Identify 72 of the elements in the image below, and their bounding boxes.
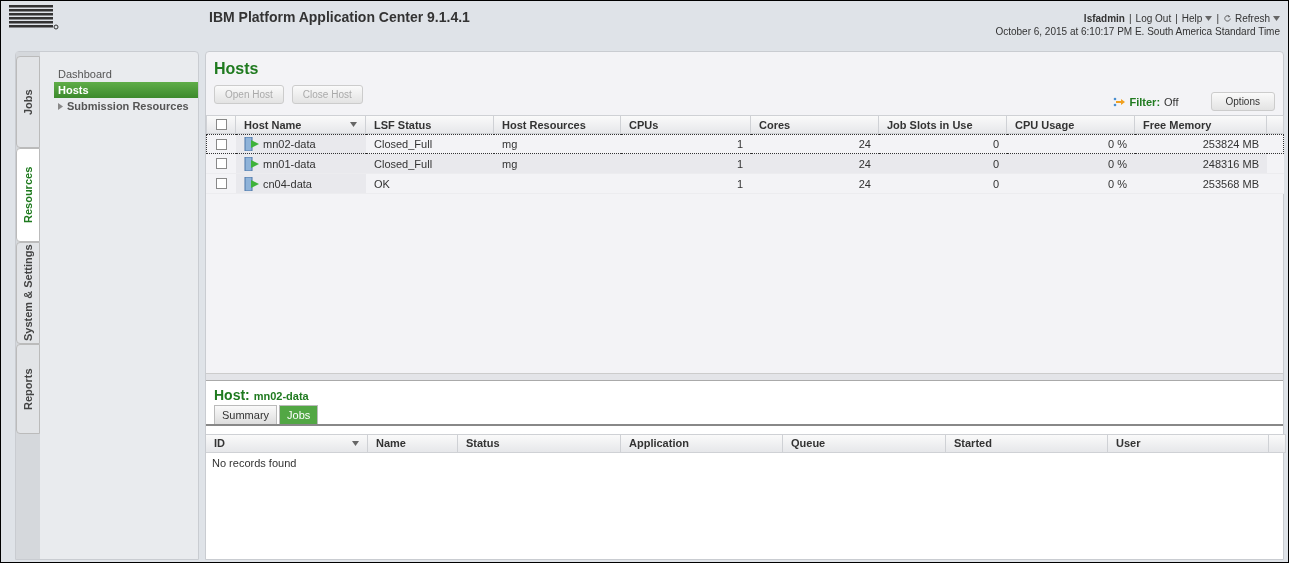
host-name[interactable]: mn01-data [263,157,316,170]
column-header[interactable]: LSF Status [366,115,494,134]
table-cell: Closed_Full [366,154,494,174]
side-tab[interactable]: Resources [16,148,40,242]
column-header[interactable]: Free Memory [1135,115,1267,134]
column-header[interactable]: Application [621,433,783,453]
column-header[interactable]: Queue [783,433,946,453]
host-name[interactable]: mn02-data [263,138,316,150]
options-button[interactable]: Options [1210,92,1275,111]
column-header[interactable]: Cores [751,115,879,134]
column-header[interactable]: Name [368,433,458,453]
username: lsfadmin [1083,13,1125,24]
table-cell: 1 [621,134,751,154]
logo [9,5,59,31]
column-header[interactable]: CPUs [621,115,751,134]
table-cell: 0 % [1007,154,1135,174]
caret-icon[interactable] [352,440,359,446]
checkbox[interactable] [215,158,227,169]
column-header[interactable]: Job Slots in Use [879,115,1007,134]
column-header[interactable]: ID [206,433,368,453]
column-header[interactable]: User [1108,433,1269,453]
separator: | [1175,13,1178,24]
checkbox[interactable] [215,119,227,130]
empty-message: No records found [211,455,298,471]
refresh-icon [1223,14,1232,23]
header-link[interactable]: Help [1181,13,1213,24]
nav-item[interactable]: Dashboard [54,66,198,82]
nav-item[interactable]: Hosts [54,82,198,98]
filter-label: Filter: [1129,95,1161,108]
splitter[interactable] [206,372,1283,381]
column-header[interactable]: Host Resources [494,115,621,134]
table-cell: Closed_Full [366,134,494,154]
host-name[interactable]: cn04-data [263,177,312,190]
caret-icon[interactable] [1273,16,1280,21]
table-cell: mg [494,134,621,154]
table-cell: 24 [751,134,879,154]
date-time: October 6, 2015 at 6:10:17 PM E. South America Standard Time [995,26,1280,37]
column-header[interactable]: Started [946,433,1108,453]
table-cell: 0 [879,134,1007,154]
separator: | [1216,13,1219,24]
header-link[interactable]: Log Out [1135,13,1172,24]
server-icon [244,176,260,191]
table-cell: 24 [751,154,879,174]
table-cell: 253824 MB [1135,134,1267,154]
column-header[interactable]: Status [458,433,621,453]
page-title: Hosts [213,59,260,78]
side-tab[interactable]: Reports [16,344,40,434]
server-icon [244,156,260,171]
nav-item[interactable]: Submission Resources [54,98,198,114]
table-cell: 0 % [1007,134,1135,154]
filter-icon [1113,96,1126,107]
caret-icon[interactable] [1205,16,1213,21]
checkbox[interactable] [216,138,227,150]
checkbox[interactable] [215,178,227,189]
table-cell [1267,134,1284,154]
column-header[interactable]: CPU Usage [1007,115,1135,134]
table-cell [1267,154,1284,174]
app-title: IBM Platform Application Center 9.1.4.1 [209,9,471,25]
side-tab[interactable]: System & Settings [16,242,40,344]
separator: | [1129,13,1132,24]
detail-title: Host: mn02-data [213,385,310,405]
side-tab[interactable]: Jobs [16,56,40,148]
column-header[interactable]: Host Name [236,115,366,134]
caret-icon[interactable] [350,122,357,127]
tab[interactable]: Summary [214,404,278,424]
table-cell: mg [494,154,621,174]
table-cell: 248316 MB [1135,154,1267,174]
server-icon [244,137,260,151]
table-cell: 0 [879,154,1007,174]
refresh-link[interactable]: Refresh [1223,13,1280,24]
filter-value[interactable]: Off [1164,95,1179,108]
table-cell: 1 [621,154,751,174]
